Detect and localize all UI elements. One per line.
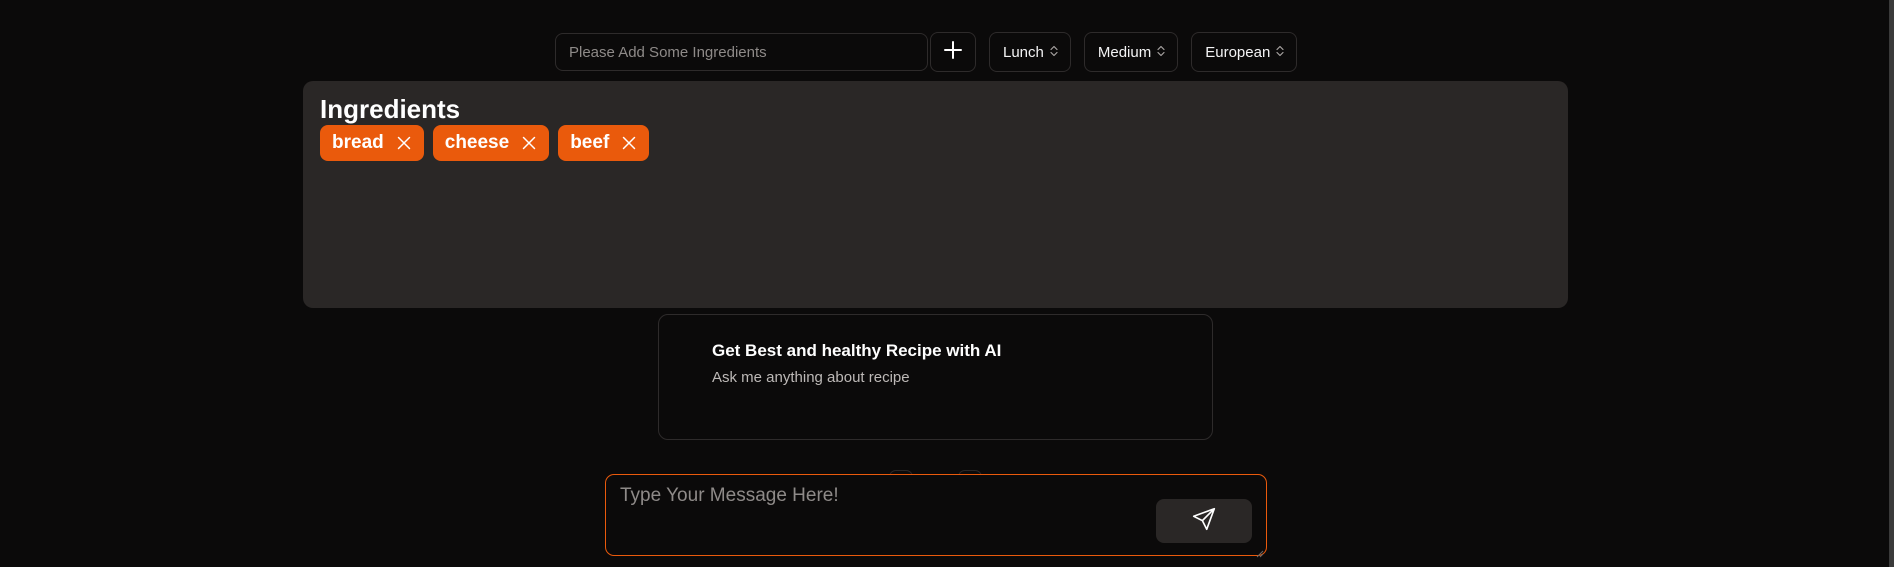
ingredient-chip-label: beef — [570, 132, 610, 153]
ingredient-input[interactable] — [555, 33, 928, 71]
meal-type-value: Lunch — [1003, 43, 1044, 61]
ingredient-chip-label: cheese — [444, 132, 510, 153]
difficulty-select[interactable]: Medium — [1083, 32, 1179, 72]
resize-handle[interactable] — [1256, 545, 1264, 558]
message-composer — [605, 474, 1267, 558]
suggestion-card[interactable]: Get Best and healthy Recipe with AI Ask … — [658, 314, 1213, 440]
plus-icon — [943, 40, 963, 65]
meal-type-select[interactable]: Lunch — [989, 32, 1071, 72]
suggestion-title: Get Best and healthy Recipe with AI — [712, 341, 1002, 360]
ingredients-panel: Ingredients bread cheese beef — [303, 81, 1568, 308]
add-ingredient-button[interactable] — [930, 32, 976, 72]
send-button[interactable] — [1156, 499, 1252, 543]
chevron-up-down-icon — [1276, 44, 1284, 61]
chevron-up-down-icon — [1157, 44, 1165, 61]
cuisine-value: European — [1205, 43, 1271, 61]
ingredient-chip: cheese — [432, 125, 550, 161]
close-icon[interactable] — [621, 135, 637, 151]
send-icon — [1191, 506, 1217, 537]
suggestion-subtitle: Ask me anything about recipe — [712, 369, 910, 386]
ingredient-chip-list: bread cheese beef — [320, 125, 650, 161]
message-input[interactable] — [620, 485, 1140, 545]
ingredients-title: Ingredients — [320, 94, 461, 124]
difficulty-value: Medium — [1097, 43, 1152, 61]
ingredient-chip: beef — [558, 125, 650, 161]
ingredient-toolbar: Lunch Medium European — [555, 32, 1298, 72]
close-icon[interactable] — [396, 135, 412, 151]
chevron-up-down-icon — [1050, 44, 1058, 61]
recipe-app-page: Lunch Medium European — [0, 0, 1894, 567]
page-scrollbar[interactable] — [1889, 0, 1894, 567]
cuisine-select[interactable]: European — [1191, 32, 1298, 72]
ingredient-chip-label: bread — [332, 132, 384, 153]
close-icon[interactable] — [521, 135, 537, 151]
ingredient-chip: bread — [320, 125, 424, 161]
scrollbar-thumb[interactable] — [1889, 0, 1894, 567]
